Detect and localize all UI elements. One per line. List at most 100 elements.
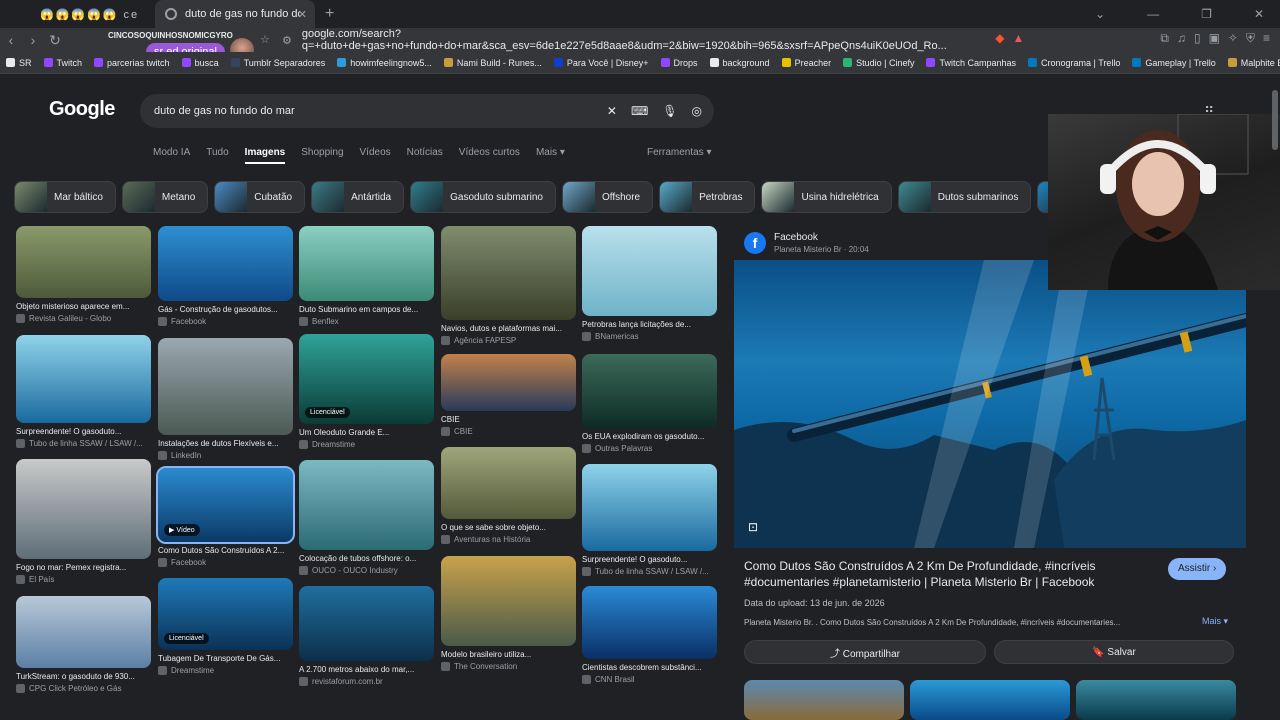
result-caption[interactable]: Tubagem De Transporte De Gás... [158,654,293,663]
image-result[interactable]: O que se sabe sobre objeto... Aventuras n… [441,447,576,544]
bookmark-item[interactable]: Gameplay | Trello [1132,58,1216,68]
image-result[interactable]: Colocação de tubos offshore: o... OUCO - … [299,460,434,575]
bookmark-item[interactable]: Drops [660,58,698,68]
bookmark-item[interactable]: Para Você | Disney+ [553,58,649,68]
warning-icon[interactable]: ▲ [1012,31,1024,46]
search-tab[interactable]: Tudo [206,147,228,164]
lens-search-icon[interactable]: ⊡ [748,520,758,534]
bookmark-item[interactable]: Tumblr Separadores [230,58,325,68]
keyboard-icon[interactable]: ⌨ [631,104,648,118]
result-thumbnail[interactable] [582,354,717,428]
bookmark-item[interactable]: SR [6,58,32,68]
result-source[interactable]: CNN Brasil [582,675,717,684]
result-source[interactable]: BNamericas [582,332,717,341]
vpn-icon[interactable]: ⛨ [1246,31,1255,46]
result-source[interactable]: The Conversation [441,662,576,671]
image-result[interactable]: Os EUA explodiram os gasoduto... Outras P… [582,354,717,453]
more-button[interactable]: Mais ▾ [1202,616,1228,627]
image-result[interactable]: CBIE CBIE [441,354,576,436]
result-caption[interactable]: Gás - Construção de gasodutos... [158,305,293,314]
bookmark-item[interactable]: Nami Build - Runes... [443,58,542,68]
result-thumbnail[interactable]: ▶ Vídeo [156,466,295,544]
result-caption[interactable]: Os EUA explodiram os gasoduto... [582,432,717,441]
result-thumbnail[interactable] [16,596,151,668]
result-caption[interactable]: Como Dutos São Construídos A 2... [158,546,293,555]
related-thumb[interactable] [910,680,1070,720]
result-caption[interactable]: TurkStream: o gasoduto de 930... [16,672,151,681]
maximize-icon[interactable]: ❐ [1201,7,1212,21]
bookmark-item[interactable]: background [709,58,770,68]
suggestion-chip[interactable]: Cubatão [214,181,306,213]
result-caption[interactable]: CBIE [441,415,576,424]
search-tab[interactable]: Imagens [244,147,286,164]
suggestion-chip[interactable]: Dutos submarinos [897,181,1032,213]
result-source[interactable]: Tubo de linha SSAW / LSAW /... [16,439,151,448]
result-caption[interactable]: Um Oleoduto Grande E... [299,428,434,437]
suggestion-chip[interactable]: Gasoduto submarino [410,181,556,213]
result-thumbnail[interactable] [441,354,576,411]
watch-button[interactable]: Assistir › [1168,558,1227,580]
bookmark-item[interactable]: howimfeelingnow5... [337,58,432,68]
result-source[interactable]: Benflex [299,317,434,326]
result-caption[interactable]: Cientistas descobrem substânci... [582,663,717,672]
image-result[interactable]: A 2.700 metros abaixo do mar,... revistaf… [299,586,434,686]
suggestion-chip[interactable]: Metano [121,181,209,213]
search-tab[interactable]: Vídeos curtos [459,147,520,164]
microphone-icon[interactable]: 🎙 [662,104,677,118]
result-thumbnail[interactable] [158,338,293,435]
clear-icon[interactable]: ✕ [607,104,617,118]
result-thumbnail[interactable] [299,226,434,301]
image-result[interactable]: Licenciável Um Oleoduto Grande E... Dreams… [299,334,434,449]
result-thumbnail[interactable] [441,226,576,320]
search-tab[interactable]: Modo IA [153,147,190,164]
result-source[interactable]: CPG Click Petróleo e Gás [16,684,151,693]
result-thumbnail[interactable] [582,586,717,659]
result-source[interactable]: OUCO - OUCO Industry [299,566,434,575]
search-tab[interactable]: Vídeos [360,147,391,164]
image-result[interactable]: Surpreendente! O gasoduto... Tubo de linh… [582,464,717,576]
result-source[interactable]: CBIE [441,427,576,436]
result-thumbnail[interactable] [582,226,717,316]
result-thumbnail[interactable] [299,460,434,550]
forward-icon[interactable]: › [22,32,44,48]
address-bar[interactable]: ⚙ google.com/search?q=+duto+de+gas+no+fu… [282,28,1000,52]
related-thumb[interactable] [1076,680,1236,720]
tab-active[interactable]: duto de gas no fundo do mar - Pe ✕ [155,0,315,28]
bookmark-item[interactable]: Cronograma | Trello [1028,58,1120,68]
result-source[interactable]: LinkedIn [158,451,293,460]
tab-inactive[interactable]: 😱😱😱😱😱 ce [0,0,155,28]
panel-title[interactable]: Como Dutos São Construídos A 2 Km De Pro… [744,558,1154,590]
bookmark-item[interactable]: Preacher [781,58,831,68]
wallet-icon[interactable]: ▣ [1209,31,1220,46]
result-source[interactable]: Agência FAPESP [441,336,576,345]
suggestion-chip[interactable]: Petrobras [659,181,756,213]
result-caption[interactable]: Fogo no mar: Pemex registra... [16,563,151,572]
image-result[interactable]: Petrobras lança licitações de... BNameric… [582,226,717,341]
result-source[interactable]: Revista Galileu - Globo [16,314,151,323]
bookmark-item[interactable]: Studio | Cinefy [843,58,914,68]
result-caption[interactable]: Duto Submarino em campos de... [299,305,434,314]
search-tab[interactable]: Notícias [407,147,443,164]
image-result[interactable]: Gás - Construção de gasodutos... Facebook [158,226,293,326]
image-result[interactable]: Modelo brasileiro utiliza... The Conversa… [441,556,576,671]
result-caption[interactable]: Surpreendente! O gasoduto... [16,427,151,436]
result-thumbnail[interactable] [158,226,293,301]
result-source[interactable]: Tubo de linha SSAW / LSAW /... [582,567,717,576]
suggestion-chip[interactable]: Usina hidrelétrica [761,181,892,213]
result-caption[interactable]: Surpreendente! O gasoduto... [582,555,717,564]
panel-source[interactable]: f Facebook Planeta Misterio Br · 20:04 [744,232,869,254]
image-result[interactable]: Surpreendente! O gasoduto... Tubo de linh… [16,335,151,448]
suggestion-chip[interactable]: Mar báltico [14,181,116,213]
new-tab-button[interactable]: + [325,5,334,23]
related-thumb[interactable] [744,680,904,720]
bookmark-item[interactable]: Malphite Build - Ru... [1227,58,1280,68]
result-thumbnail[interactable]: Licenciável [158,578,293,650]
result-caption[interactable]: A 2.700 metros abaixo do mar,... [299,665,434,674]
result-source[interactable]: Facebook [158,558,293,567]
result-thumbnail[interactable] [441,447,576,519]
tools-button[interactable]: Ferramentas ▾ [647,147,711,158]
suggestion-chip[interactable]: Antártida [311,181,405,213]
music-icon[interactable]: ♫ [1177,31,1186,46]
image-result[interactable]: Licenciável Tubagem De Transporte De Gás.… [158,578,293,675]
search-input[interactable]: duto de gas no fundo do mar ✕ ⌨ 🎙 ◎ [140,94,714,128]
